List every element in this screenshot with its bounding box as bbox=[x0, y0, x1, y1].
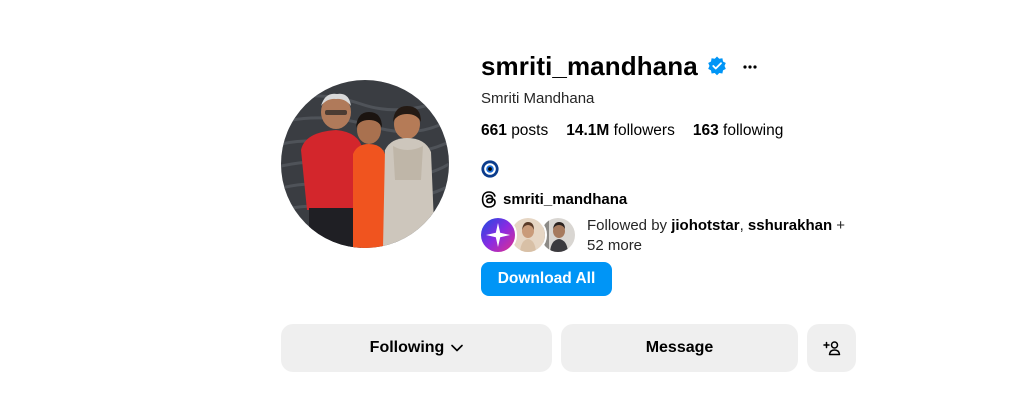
threads-icon bbox=[481, 191, 496, 208]
posts-label: posts bbox=[511, 122, 549, 139]
following-label: following bbox=[723, 122, 784, 139]
posts-stat: 661 posts bbox=[481, 122, 548, 140]
follower-avatars bbox=[479, 216, 581, 254]
nazar-amulet-icon bbox=[481, 160, 499, 178]
full-name: Smriti Mandhana bbox=[481, 90, 595, 107]
follower-avatar-jiohotstar bbox=[479, 216, 517, 254]
followed-by-prefix: Followed by bbox=[587, 217, 672, 234]
followers-label: followers bbox=[613, 122, 675, 139]
followed-by-separator: , bbox=[739, 217, 748, 234]
followed-by-text: Followed by jiohotstar, sshurakhan + 52 … bbox=[587, 216, 857, 256]
profile-info: smriti_mandhana Smriti Mandhana 661 post… bbox=[479, 50, 901, 256]
following-stat[interactable]: 163 following bbox=[693, 122, 784, 140]
followers-stat[interactable]: 14.1M followers bbox=[566, 122, 675, 140]
message-button[interactable]: Message bbox=[561, 324, 798, 372]
suggested-users-button[interactable] bbox=[807, 324, 856, 372]
followers-count: 14.1M bbox=[566, 122, 610, 139]
followed-by[interactable]: Followed by jiohotstar, sshurakhan + 52 … bbox=[479, 216, 901, 256]
followed-by-user-1[interactable]: jiohotstar bbox=[671, 217, 739, 234]
profile-stats: 661 posts 14.1M followers 163 following bbox=[481, 122, 901, 140]
verified-badge-icon bbox=[707, 56, 726, 76]
threads-handle: smriti_mandhana bbox=[503, 191, 628, 208]
profile-photo bbox=[281, 80, 449, 248]
following-button[interactable]: Following bbox=[281, 324, 552, 372]
followed-by-user-2[interactable]: sshurakhan bbox=[748, 217, 832, 234]
add-person-icon bbox=[822, 341, 840, 356]
more-options-icon[interactable] bbox=[743, 65, 757, 69]
chevron-down-icon bbox=[451, 344, 464, 352]
following-count: 163 bbox=[692, 122, 719, 139]
download-all-button[interactable]: Download All bbox=[481, 262, 612, 296]
posts-count: 661 bbox=[481, 122, 507, 139]
profile-avatar[interactable] bbox=[281, 80, 449, 248]
username-row: smriti_mandhana bbox=[481, 50, 901, 82]
username: smriti_mandhana bbox=[481, 50, 698, 81]
threads-link[interactable]: smriti_mandhana bbox=[481, 191, 901, 208]
following-button-label: Following bbox=[369, 339, 445, 356]
